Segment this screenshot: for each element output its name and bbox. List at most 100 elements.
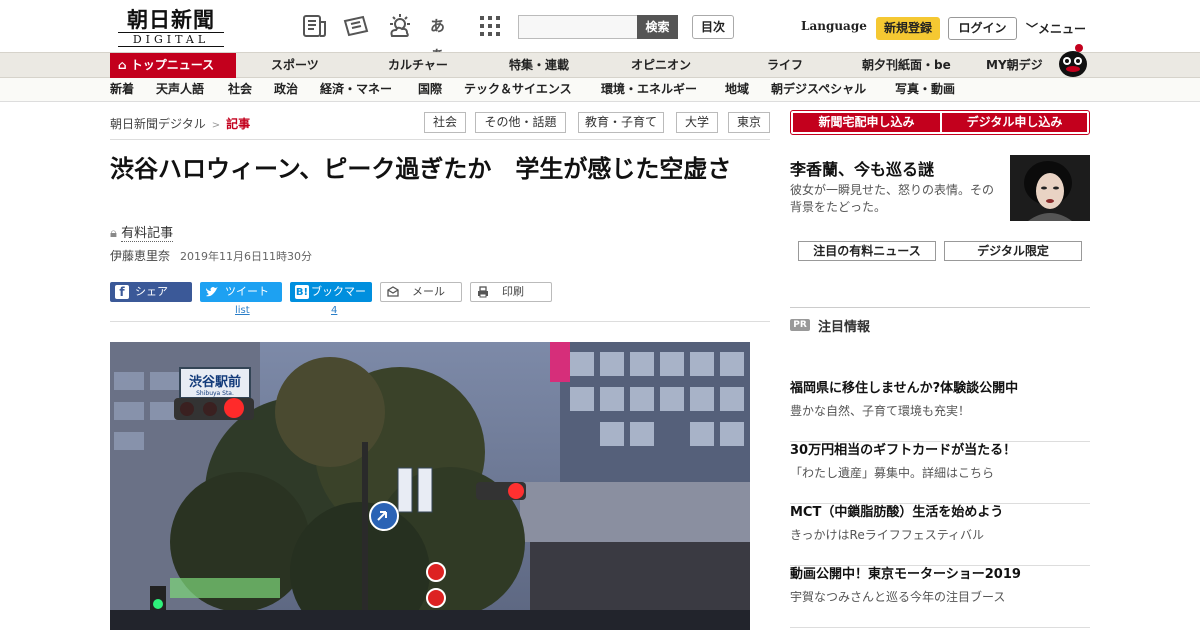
logo-main-text: 朝日新聞 [127, 7, 215, 32]
search-input[interactable] [518, 15, 638, 39]
nav-opinion[interactable]: オピニオン [631, 53, 691, 78]
pr-item-sub: 「わたし遺産」募集中。詳細はこちら [790, 466, 995, 480]
paid-article-text[interactable]: 有料記事 [121, 226, 174, 242]
mail-label: メール [412, 285, 445, 298]
nav2-international[interactable]: 国際 [418, 78, 442, 101]
promo-image[interactable] [1010, 155, 1090, 221]
nav2-politics[interactable]: 政治 [274, 78, 298, 101]
byline: 伊藤恵里奈 2019年11月6日11時30分 [110, 247, 312, 264]
home-icon: ⌂ [118, 58, 131, 72]
article-title: 渋谷ハロウィーン、ピーク過ぎたか 学生が感じた空虚さ [110, 155, 732, 183]
twitter-share-button[interactable]: ツイート [200, 282, 282, 302]
author-name: 伊藤恵里奈 [110, 249, 171, 263]
weather-icon[interactable] [386, 12, 414, 40]
pr-item[interactable]: MCT（中鎖脂肪酸）生活を始めよう きっかけはReライフフェスティバル [790, 504, 1090, 566]
menu-button[interactable]: ﹀メニュー [1026, 20, 1086, 37]
nav2-economy[interactable]: 経済・マネー [320, 78, 392, 101]
nav2-special[interactable]: 朝デジスペシャル [771, 78, 866, 101]
nav2-tensei-jingo[interactable]: 天声人語 [156, 78, 204, 101]
paid-article-label: 🔒︎ 有料記事 [110, 222, 174, 242]
pr-item-headline[interactable]: 30万円相当のギフトカードが当たる！ [790, 442, 1090, 460]
printer-icon [476, 285, 490, 299]
nav-sports[interactable]: スポーツ [271, 53, 319, 78]
divider [790, 307, 1090, 308]
pr-item[interactable]: 福岡県に移住しませんか?体験談公開中 豊かな自然、子育て環境も充実！ [790, 380, 1090, 442]
mail-icon [386, 285, 400, 299]
lock-icon: 🔒︎ [110, 226, 122, 241]
ticket-icon[interactable] [342, 12, 370, 40]
pr-heading: 注目情報 [818, 320, 871, 335]
paid-news-box[interactable]: 注目の有料ニュース [798, 241, 936, 261]
pr-item-headline[interactable]: 福岡県に移住しませんか?体験談公開中 [790, 380, 1090, 398]
promo-text: 彼女が一瞬見せた、怒りの表情。その背景をたどった。 [790, 183, 995, 214]
nav-top-news-label: トップニュース [130, 58, 215, 72]
register-button[interactable]: 新規登録 [876, 17, 940, 40]
twitter-share-label: ツイート [225, 285, 269, 298]
divider [110, 139, 770, 140]
tag-university[interactable]: 大学 [676, 112, 718, 133]
menu-label: メニュー [1038, 22, 1087, 36]
pr-item-sub: 宇賀なつみさんと巡る今年の注目ブース [790, 590, 1006, 604]
nav-life[interactable]: ライフ [767, 53, 803, 78]
station-sign-jp: 渋谷駅前 [189, 374, 241, 390]
mascot-icon[interactable] [1055, 42, 1091, 78]
nav-features[interactable]: 特集・連載 [509, 53, 569, 78]
pr-item[interactable]: 動画公開中！東京モーターショー2019 宇賀なつみさんと巡る今年の注目ブース [790, 566, 1090, 628]
digital-only-box[interactable]: デジタル限定 [944, 241, 1082, 261]
chevron-down-icon: ﹀ [1026, 22, 1039, 36]
secondary-nav: 新着 天声人語 社会 政治 経済・マネー 国際 テック＆サイエンス 環境・エネル… [0, 78, 1200, 102]
search-button[interactable]: 検索 [637, 15, 678, 39]
breadcrumb-current: 記事 [226, 117, 251, 131]
twitter-count[interactable]: list [235, 305, 250, 316]
pr-item[interactable]: 30万円相当のギフトカードが当たる！ 「わたし遺産」募集中。詳細はこちら [790, 442, 1090, 504]
login-button[interactable]: ログイン [948, 17, 1017, 40]
font-size-icon[interactable]: あぁ [430, 12, 458, 63]
nav-paper-edition[interactable]: 朝夕刊紙面・be [862, 53, 951, 78]
site-header: 朝日新聞 DIGITAL あぁ 検索 目次 Language 新規登録 ログイン… [0, 0, 1200, 63]
facebook-share-button[interactable]: f シェア [110, 282, 192, 302]
facebook-icon: f [115, 285, 129, 299]
nav2-society[interactable]: 社会 [228, 78, 252, 101]
pr-item-sub: 豊かな自然、子育て環境も充実！ [790, 404, 971, 418]
nav2-photo-video[interactable]: 写真・動画 [895, 78, 955, 101]
toc-button[interactable]: 目次 [692, 15, 734, 39]
primary-nav: ⌂ トップニュース スポーツ カルチャー 特集・連載 オピニオン ライフ 朝夕刊… [0, 52, 1200, 78]
hatena-count[interactable]: 4 [331, 305, 337, 316]
pr-item-headline[interactable]: MCT（中鎖脂肪酸）生活を始めよう [790, 504, 1090, 522]
print-button[interactable]: 印刷 [470, 282, 552, 302]
promo-title[interactable]: 李香蘭、今も巡る謎 [790, 156, 934, 180]
nav-my-asadigi[interactable]: MY朝デジ [986, 53, 1043, 78]
breadcrumb-separator: > [211, 120, 221, 131]
nav-top-news[interactable]: ⌂ トップニュース [110, 53, 236, 78]
hatena-icon: B! [295, 285, 309, 299]
pr-badge: PR [790, 319, 810, 331]
subscribe-paper-button[interactable]: 新聞宅配申し込み [793, 113, 940, 132]
subscribe-box: 新聞宅配申し込み デジタル申し込み [790, 110, 1090, 135]
grid-menu-icon[interactable] [476, 12, 504, 40]
facebook-share-label: シェア [135, 285, 168, 298]
nav2-local[interactable]: 地域 [725, 78, 749, 101]
nav2-environment[interactable]: 環境・エネルギー [601, 78, 697, 101]
tag-society[interactable]: 社会 [424, 112, 466, 133]
subscribe-digital-button[interactable]: デジタル申し込み [942, 113, 1087, 132]
nav2-latest[interactable]: 新着 [110, 78, 134, 101]
tag-misc[interactable]: その他・話題 [475, 112, 566, 133]
breadcrumb-home[interactable]: 朝日新聞デジタル [110, 117, 206, 131]
mail-button[interactable]: メール [380, 282, 462, 302]
breadcrumb: 朝日新聞デジタル > 記事 [110, 115, 250, 132]
pr-item-headline[interactable]: 動画公開中！東京モーターショー2019 [790, 566, 1090, 584]
logo-sub-text: DIGITAL [118, 32, 224, 47]
nav2-tech-science[interactable]: テック＆サイエンス [464, 78, 572, 101]
pr-item-sub: きっかけはReライフフェスティバル [790, 528, 984, 542]
hatena-bookmark-button[interactable]: B! ブックマーク [290, 282, 372, 318]
language-link[interactable]: Language [801, 19, 867, 33]
twitter-icon [205, 285, 219, 299]
nav-culture[interactable]: カルチャー [388, 53, 448, 78]
article-photo[interactable]: 渋谷駅前 Shibuya Sta. [110, 342, 750, 630]
site-logo[interactable]: 朝日新聞 DIGITAL [112, 8, 230, 48]
tag-tokyo[interactable]: 東京 [728, 112, 770, 133]
divider [110, 321, 770, 322]
print-label: 印刷 [502, 285, 524, 298]
tag-education[interactable]: 教育・子育て [578, 112, 664, 133]
newspaper-icon[interactable] [300, 12, 328, 40]
